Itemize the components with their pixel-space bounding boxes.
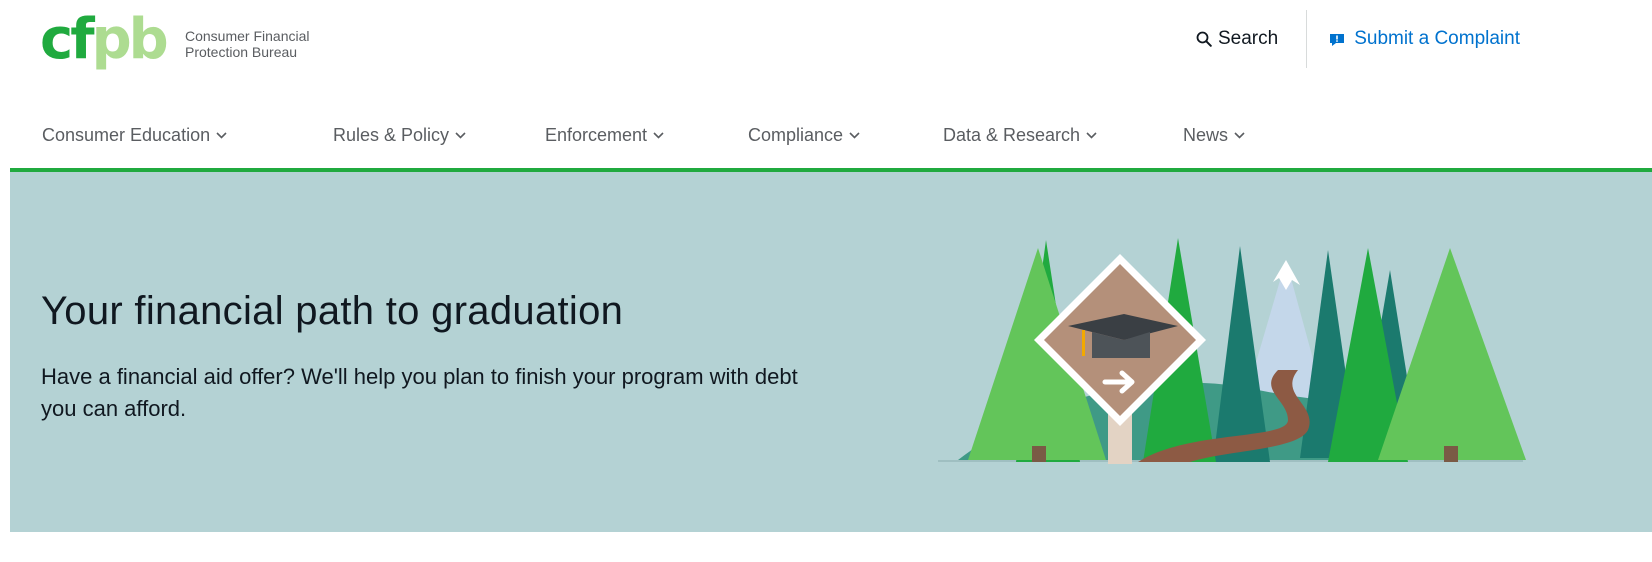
hero-lead: Have a financial aid offer? We'll help y… <box>41 364 798 421</box>
main-nav: Consumer Education Rules & Policy Enforc… <box>42 121 1245 149</box>
nav-item-label: Enforcement <box>545 124 648 145</box>
chevron-down-icon <box>455 131 466 139</box>
nav-item-data-research[interactable]: Data & Research <box>943 121 1183 149</box>
submit-complaint-link[interactable]: Submit a Complaint <box>1329 28 1520 50</box>
chevron-down-icon <box>653 131 664 139</box>
cfpb-logo-mark: cfpb <box>40 12 170 72</box>
complaint-label: Submit a Complaint <box>1354 28 1520 49</box>
search-label: Search <box>1218 28 1279 49</box>
logo-name-line2: Protection Bureau <box>185 44 298 60</box>
nav-item-news[interactable]: News <box>1183 121 1245 149</box>
chevron-down-icon <box>216 131 227 139</box>
graduation-cap-tassel <box>1082 330 1085 356</box>
forest-path-illustration <box>938 238 1526 464</box>
nav-item-label: Compliance <box>748 124 844 145</box>
cfpb-logo[interactable]: cfpb Consumer Financial Protection Burea… <box>40 12 310 76</box>
hero-title: Your financial path to graduation <box>41 289 624 333</box>
chevron-down-icon <box>1086 131 1097 139</box>
nav-item-compliance[interactable]: Compliance <box>748 121 943 149</box>
utility-nav: Search Submit a Complaint <box>1196 0 1652 78</box>
logo-name-line1: Consumer Financial <box>185 28 310 44</box>
nav-item-label: Consumer Education <box>42 124 211 145</box>
chevron-down-icon <box>849 131 860 139</box>
nav-item-label: Rules & Policy <box>333 124 450 145</box>
search-button[interactable]: Search <box>1196 28 1278 50</box>
site-header: cfpb Consumer Financial Protection Burea… <box>0 0 1652 180</box>
mountain-snowcap <box>1273 260 1300 290</box>
complaint-icon <box>1330 33 1345 46</box>
hero-banner: Your financial path to graduation Have a… <box>10 172 1652 532</box>
nav-item-label: Data & Research <box>943 124 1081 145</box>
nav-item-consumer-education[interactable]: Consumer Education <box>42 121 333 149</box>
search-icon <box>1196 31 1212 47</box>
chevron-down-icon <box>1234 131 1245 139</box>
nav-item-enforcement[interactable]: Enforcement <box>545 121 748 149</box>
logo-wordmark: Consumer Financial Protection Bureau <box>185 28 310 60</box>
nav-item-label: News <box>1183 124 1229 145</box>
nav-item-rules-policy[interactable]: Rules & Policy <box>333 121 545 149</box>
svg-text:cfpb: cfpb <box>40 12 167 72</box>
utility-divider <box>1306 10 1308 68</box>
